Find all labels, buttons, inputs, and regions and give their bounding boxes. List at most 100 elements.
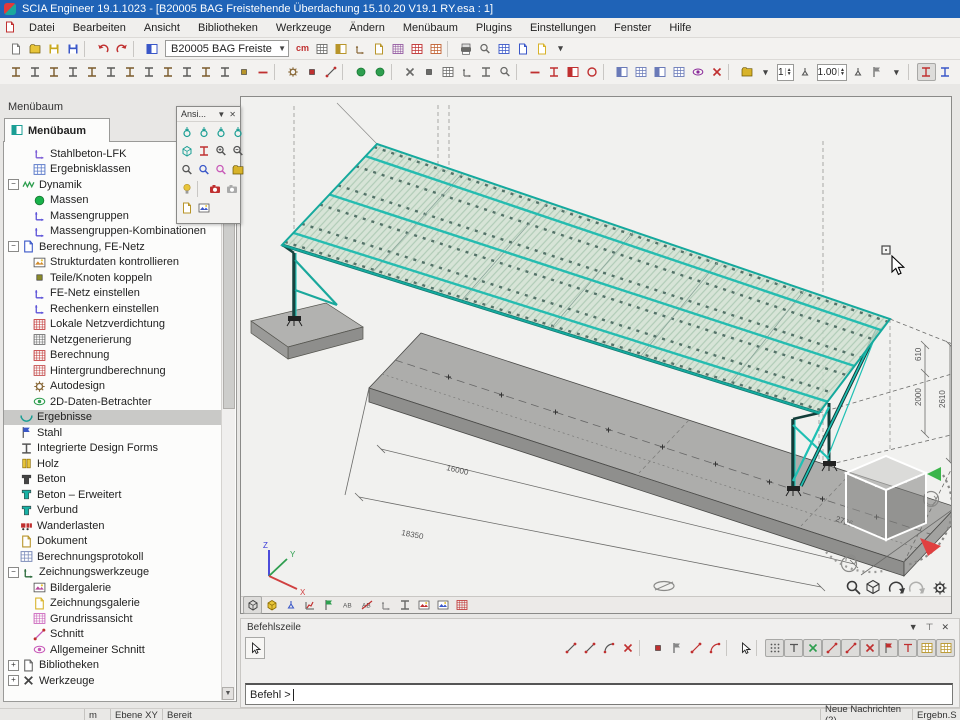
redo-icon[interactable] <box>112 40 131 58</box>
tree-item-integrierte-design-forms[interactable]: Integrierte Design Forms <box>4 441 222 457</box>
save-icon[interactable] <box>44 40 63 58</box>
tree-item-verbund[interactable]: Verbund <box>4 503 222 519</box>
cursor-snap-icon[interactable] <box>735 639 754 657</box>
camera-icon[interactable] <box>206 180 223 197</box>
member-labels-icon[interactable] <box>338 596 357 614</box>
plane-cell[interactable]: Ebene XY <box>110 709 162 720</box>
menu-item[interactable]: Bearbeiten <box>64 20 135 36</box>
zoom-all-icon[interactable] <box>195 161 212 178</box>
menu-item[interactable]: Hilfe <box>660 20 700 36</box>
collapse-icon[interactable]: − <box>8 179 19 190</box>
mirror-icon[interactable] <box>457 63 476 81</box>
member-beam-icon[interactable] <box>25 63 44 81</box>
expand-icon[interactable]: + <box>8 675 19 686</box>
rectangle-tool-icon[interactable] <box>563 63 582 81</box>
clipboard-icon[interactable] <box>369 40 388 58</box>
snap-delete-icon[interactable] <box>618 639 637 657</box>
menu-item[interactable]: Einstellungen <box>521 20 605 36</box>
export-document-icon[interactable] <box>513 40 532 58</box>
tree-item-autodesign[interactable]: Autodesign <box>4 379 222 395</box>
tree-item-werkzeuge[interactable]: +Werkzeuge <box>4 673 222 689</box>
hide-selection-icon[interactable] <box>707 63 726 81</box>
zoom-window-icon[interactable] <box>178 161 195 178</box>
results-cell[interactable]: Ergebn.S <box>912 709 960 720</box>
messages-cell[interactable]: Neue Nachrichten (2) <box>820 709 912 720</box>
tree-item-holz[interactable]: Holz <box>4 456 222 472</box>
table-results-icon[interactable] <box>407 40 426 58</box>
parallel-tool-icon[interactable] <box>544 63 563 81</box>
open-project-icon[interactable] <box>25 40 44 58</box>
copy-entity-icon[interactable] <box>612 63 631 81</box>
tree-item-zeichnungsgalerie[interactable]: Zeichnungsgalerie <box>4 596 222 612</box>
snap-endpoint-icon[interactable] <box>667 639 686 657</box>
zoom-out-icon[interactable] <box>229 142 246 159</box>
system-lines-icon[interactable] <box>395 596 414 614</box>
tree-item-allgemeiner-schnitt[interactable]: Allgemeiner Schnitt <box>4 642 222 658</box>
supports-display-icon[interactable] <box>281 596 300 614</box>
stretch-icon[interactable] <box>495 63 514 81</box>
scale-more-icon[interactable]: ▾ <box>887 63 906 81</box>
expand-icon[interactable]: + <box>8 660 19 671</box>
snap-intersection-icon[interactable] <box>841 639 860 657</box>
chevron-down-icon[interactable]: ▼ <box>215 110 227 119</box>
snap-ortho-icon[interactable] <box>803 639 822 657</box>
units-icon[interactable]: cm <box>293 40 312 58</box>
scale-tool-icon[interactable] <box>849 63 868 81</box>
tree-item-teile-knoten-koppeln[interactable]: Teile/Knoten koppeln <box>4 270 222 286</box>
snap-arc-icon[interactable] <box>599 639 618 657</box>
member-haunch-icon[interactable] <box>82 63 101 81</box>
command-input[interactable]: Befehl > <box>245 683 953 705</box>
member-arbitrary-icon[interactable] <box>101 63 120 81</box>
tree-item-berechnung-fe-netz[interactable]: −Berechnung, FE-Netz <box>4 239 222 255</box>
member-plate-icon[interactable] <box>139 63 158 81</box>
picture-wire-icon[interactable] <box>414 596 433 614</box>
axonometric-view-icon[interactable] <box>178 142 195 159</box>
member-node-icon[interactable] <box>234 63 253 81</box>
tab-menubaum[interactable]: Menübaum <box>4 118 110 142</box>
3d-scene[interactable]: 1600018350610200026102736 <box>241 97 951 596</box>
print-preview-icon[interactable] <box>475 40 494 58</box>
results-display-icon[interactable] <box>300 596 319 614</box>
tree-item-massengruppen-kombinationen[interactable]: Massengruppen-Kombinationen <box>4 224 222 240</box>
zoom-in-icon[interactable] <box>212 142 229 159</box>
view-y-icon[interactable] <box>195 123 212 140</box>
menu-item[interactable]: Datei <box>20 20 64 36</box>
coordinates-icon[interactable] <box>350 40 369 58</box>
scroll-down-icon[interactable]: ▼ <box>222 687 234 700</box>
grid-lines-icon[interactable] <box>784 639 803 657</box>
result-normal-icon[interactable] <box>917 63 936 81</box>
close-viewport-icon[interactable] <box>142 40 161 58</box>
snap-node-icon[interactable] <box>648 639 667 657</box>
tree-item-ergebnisse[interactable]: Ergebnisse <box>4 410 222 426</box>
tree-item-beton-erweitert[interactable]: Beton – Erweitert <box>4 487 222 503</box>
view-settings-gear-icon[interactable] <box>934 582 946 594</box>
undo-icon[interactable] <box>93 40 112 58</box>
menu-item[interactable]: Bibliotheken <box>189 20 267 36</box>
collapse-icon[interactable]: − <box>8 241 19 252</box>
disconnect-icon[interactable] <box>370 63 389 81</box>
tree-item-dokument[interactable]: Dokument <box>4 534 222 550</box>
more-icon[interactable]: ▾ <box>551 40 570 58</box>
tree-item-hintergrundberechnung[interactable]: Hintergrundberechnung <box>4 363 222 379</box>
menu-item[interactable]: Fenster <box>605 20 660 36</box>
tree-item-beton[interactable]: Beton <box>4 472 222 488</box>
tree-item-lokale-netzverdichtung[interactable]: Lokale Netzverdichtung <box>4 317 222 333</box>
view-axo-icon[interactable] <box>229 123 246 140</box>
tree-item-bibliotheken[interactable]: +Bibliotheken <box>4 658 222 674</box>
copy-icon[interactable] <box>419 63 438 81</box>
snap-list-icon[interactable] <box>936 639 955 657</box>
notes-icon[interactable] <box>532 40 551 58</box>
snap-midpoint-icon[interactable] <box>686 639 705 657</box>
snap-arc-center-icon[interactable] <box>898 639 917 657</box>
member-rib-icon[interactable] <box>158 63 177 81</box>
tree-item-zeichnungswerkzeuge[interactable]: −Zeichnungswerkzeuge <box>4 565 222 581</box>
tree-item-2d-daten-betrachter[interactable]: 2D-Daten-Betrachter <box>4 394 222 410</box>
open-layer-icon[interactable] <box>737 63 756 81</box>
spinner-arrows-icon[interactable]: ▲▼ <box>785 68 793 76</box>
visibility-icon[interactable] <box>688 63 707 81</box>
clipping-box-icon[interactable] <box>229 161 246 178</box>
member-rafter-icon[interactable] <box>44 63 63 81</box>
move-icon[interactable] <box>400 63 419 81</box>
picture-grid-icon[interactable] <box>452 596 471 614</box>
menu-item[interactable]: Plugins <box>467 20 521 36</box>
